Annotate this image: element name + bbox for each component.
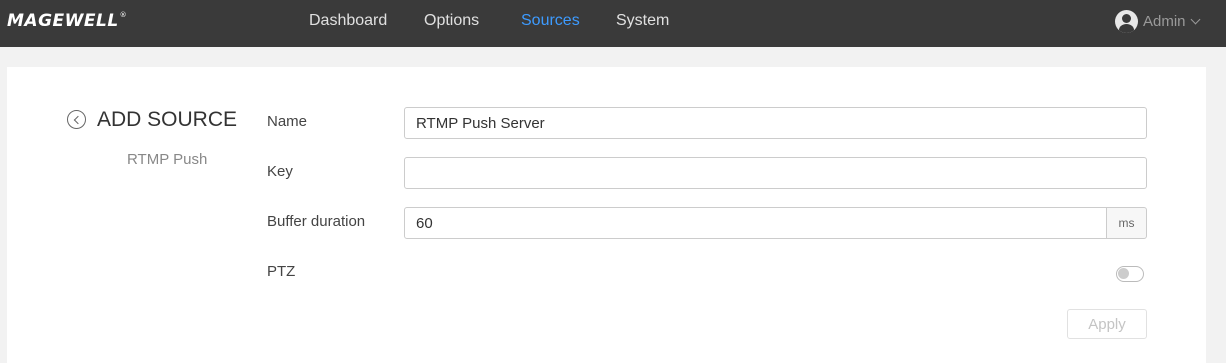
nav-system[interactable]: System xyxy=(616,12,669,30)
key-input[interactable] xyxy=(404,157,1147,189)
ptz-label: PTZ xyxy=(267,263,296,280)
page-title: ADD SOURCE xyxy=(97,108,238,131)
user-avatar-icon xyxy=(1115,10,1138,33)
back-arrow-icon[interactable] xyxy=(67,110,86,129)
buffer-unit-addon: ms xyxy=(1106,207,1147,239)
magewell-logo[interactable]: MAGEWELL® xyxy=(7,11,127,31)
ptz-toggle[interactable] xyxy=(1116,266,1144,282)
source-type-subtitle: RTMP Push xyxy=(127,151,208,168)
nav-options[interactable]: Options xyxy=(424,12,479,30)
apply-button[interactable]: Apply xyxy=(1067,309,1147,339)
key-label: Key xyxy=(267,163,293,180)
logo-text: MAGEWELL xyxy=(7,11,119,31)
buffer-duration-label: Buffer duration xyxy=(267,213,366,230)
top-navigation-bar: MAGEWELL® Dashboard Options Sources Syst… xyxy=(0,0,1226,47)
nav-sources[interactable]: Sources xyxy=(521,12,580,30)
registered-mark: ® xyxy=(119,11,128,19)
name-label: Name xyxy=(267,113,308,130)
user-name: Admin xyxy=(1143,13,1186,30)
name-input[interactable] xyxy=(404,107,1147,139)
user-menu[interactable]: Admin xyxy=(1115,10,1200,33)
buffer-duration-input[interactable] xyxy=(404,207,1107,239)
nav-dashboard[interactable]: Dashboard xyxy=(309,12,387,30)
chevron-down-icon xyxy=(1190,14,1200,25)
